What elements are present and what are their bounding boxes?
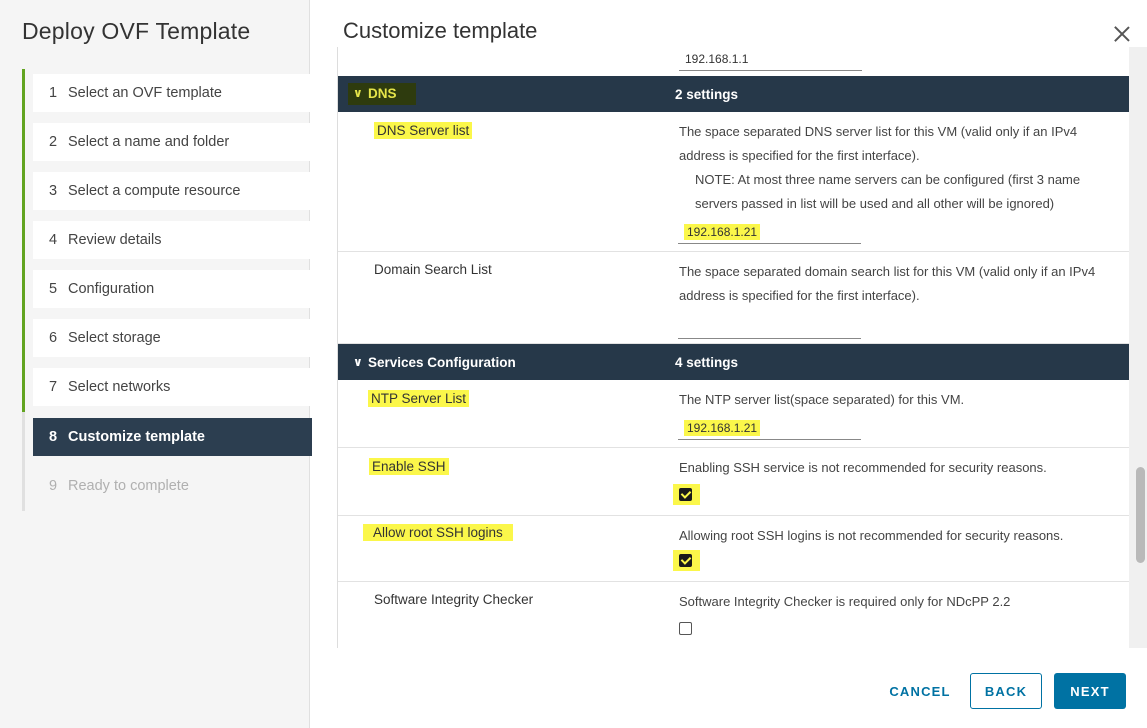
- ntp-server-label: NTP Server List: [368, 390, 470, 407]
- enable-ssh-label: Enable SSH: [369, 458, 449, 475]
- wizard-steps: 1 Select an OVF template 2 Select a name a…: [22, 69, 312, 511]
- step-7[interactable]: 7 Select networks: [33, 368, 312, 406]
- step-number: 4: [49, 232, 58, 248]
- step-label: Select a compute resource: [68, 183, 241, 199]
- step-number: 7: [49, 379, 58, 395]
- step-label: Select an OVF template: [68, 85, 222, 101]
- chevron-down-icon: ∨: [353, 355, 363, 369]
- dns-server-value: 192.168.1.21: [684, 224, 761, 240]
- root-ssh-row: Allow root SSH logins Allowing root SSH …: [338, 516, 1130, 582]
- enable-ssh-checkbox[interactable]: [679, 488, 692, 501]
- step-number: 5: [49, 281, 58, 297]
- ntp-server-input[interactable]: 192.168.1.21: [678, 418, 861, 440]
- step-label: Ready to complete: [68, 478, 189, 494]
- step-number: 6: [49, 330, 58, 346]
- step-2[interactable]: 2 Select a name and folder: [33, 123, 312, 161]
- domain-search-row: Domain Search List The space separated d…: [338, 252, 1130, 344]
- step-6[interactable]: 6 Select storage: [33, 319, 312, 357]
- enable-ssh-row: Enable SSH Enabling SSH service is not r…: [338, 448, 1130, 516]
- step-label: Customize template: [68, 429, 205, 445]
- step-label: Select a name and folder: [68, 134, 230, 150]
- section-name: DNS: [368, 86, 397, 101]
- section-services-header[interactable]: ∨ Services Configuration 4 settings: [338, 344, 1130, 380]
- chevron-down-icon: ∨: [353, 86, 363, 100]
- wizard-title: Deploy OVF Template: [22, 18, 251, 44]
- page-title: Customize template: [343, 18, 538, 43]
- vertical-scrollbar[interactable]: [1129, 47, 1147, 648]
- wizard-footer: CANCEL BACK NEXT: [310, 648, 1147, 728]
- next-button[interactable]: NEXT: [1054, 673, 1126, 709]
- step-3[interactable]: 3 Select a compute resource: [33, 172, 312, 210]
- domain-search-label: Domain Search List: [374, 262, 492, 277]
- integrity-label: Software Integrity Checker: [374, 592, 534, 607]
- root-ssh-label: Allow root SSH logins: [363, 524, 513, 541]
- section-count: 2 settings: [675, 86, 739, 102]
- dns-server-desc-text: The space separated DNS server list for …: [679, 124, 1078, 163]
- back-button[interactable]: BACK: [970, 673, 1042, 709]
- step-9: 9 Ready to complete: [33, 467, 312, 505]
- ntp-server-value: 192.168.1.21: [684, 420, 761, 436]
- step-label: Select networks: [68, 379, 171, 395]
- step-number: 8: [49, 429, 58, 445]
- step-label: Select storage: [68, 330, 161, 346]
- step-number: 1: [49, 85, 58, 101]
- root-ssh-checkbox[interactable]: [679, 554, 692, 567]
- ntp-server-row: NTP Server List The NTP server list(spac…: [338, 380, 1130, 448]
- settings-scroll-area[interactable]: 192.168.1.1 ∨ DNS 2 settings DNS Server …: [337, 47, 1147, 648]
- gateway-input[interactable]: 192.168.1.1: [679, 49, 862, 71]
- scrollbar-thumb[interactable]: [1136, 467, 1145, 563]
- enable-ssh-desc: Enabling SSH service is not recommended …: [679, 460, 1047, 475]
- step-label: Configuration: [68, 281, 155, 297]
- integrity-checkbox[interactable]: [679, 622, 692, 635]
- domain-search-input[interactable]: [678, 317, 861, 339]
- close-icon[interactable]: [1112, 24, 1132, 44]
- step-4[interactable]: 4 Review details: [33, 221, 312, 259]
- step-5[interactable]: 5 Configuration: [33, 270, 312, 308]
- step-label: Review details: [68, 232, 162, 248]
- cancel-button[interactable]: CANCEL: [885, 673, 955, 709]
- section-name: Services Configuration: [368, 354, 516, 370]
- integrity-row: Software Integrity Checker Software Inte…: [338, 582, 1130, 648]
- root-ssh-desc: Allowing root SSH logins is not recommen…: [679, 528, 1064, 543]
- ntp-server-desc: The NTP server list(space separated) for…: [679, 392, 965, 407]
- dns-header-highlight: ∨ DNS: [348, 83, 416, 105]
- progress-bar: [22, 69, 25, 412]
- domain-search-desc: The space separated domain search list f…: [679, 264, 1096, 303]
- section-count: 4 settings: [675, 354, 739, 370]
- dns-server-note: NOTE: At most three name servers can be …: [695, 172, 1081, 211]
- dns-server-input[interactable]: 192.168.1.21: [678, 222, 861, 244]
- step-1[interactable]: 1 Select an OVF template: [33, 74, 312, 112]
- step-number: 3: [49, 183, 58, 199]
- dns-server-desc: The space separated DNS server list for …: [679, 120, 1119, 216]
- wizard-sidebar: Deploy OVF Template 1 Select an OVF templ…: [0, 0, 312, 728]
- section-dns-header[interactable]: ∨ DNS 2 settings: [338, 76, 1130, 112]
- step-number: 2: [49, 134, 58, 150]
- dns-server-row: DNS Server list The space separated DNS …: [338, 112, 1130, 252]
- step-number: 9: [49, 478, 58, 494]
- dns-server-label: DNS Server list: [374, 122, 473, 139]
- step-8[interactable]: 8 Customize template: [33, 418, 312, 456]
- integrity-desc: Software Integrity Checker is required o…: [679, 594, 1011, 609]
